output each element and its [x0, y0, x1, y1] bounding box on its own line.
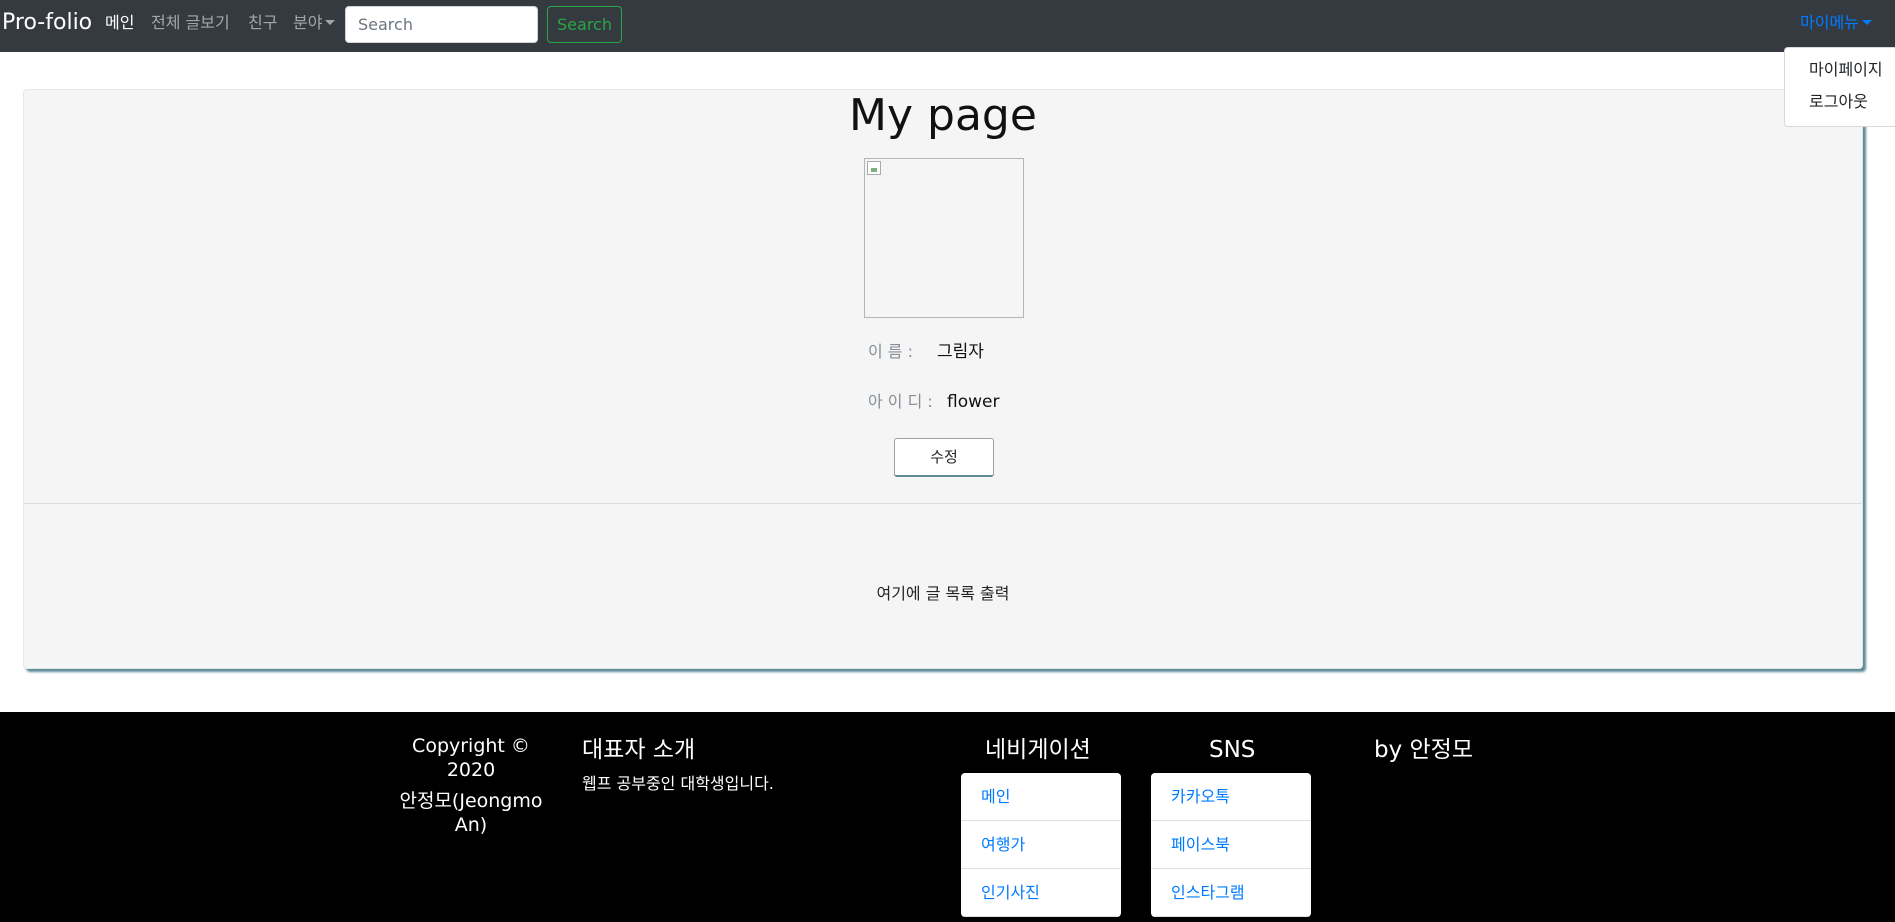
- chevron-down-icon: [1861, 20, 1872, 25]
- card-divider: [24, 503, 1862, 504]
- nav-heading: 네비게이션: [985, 737, 1091, 763]
- search-input[interactable]: [345, 6, 538, 43]
- nav-link-all-posts[interactable]: 전체 글보기: [151, 13, 230, 33]
- nav-dropdown-category[interactable]: 분야: [293, 13, 336, 33]
- sns-heading: SNS: [1209, 737, 1256, 763]
- intro-heading: 대표자 소개: [582, 737, 696, 763]
- id-value: flower: [947, 392, 1000, 412]
- broken-image-icon: [867, 161, 881, 175]
- chevron-down-icon: [325, 20, 336, 25]
- site-footer: Copyright © 2020 안정모(Jeongmo An) 대표자 소개 …: [0, 712, 1895, 922]
- footer-sns-link-instagram[interactable]: 인스타그램: [1151, 869, 1311, 917]
- copyright-year: Copyright © 2020: [412, 735, 530, 781]
- footer-nav-link-popular[interactable]: 인기사진: [961, 869, 1121, 917]
- footer-sns-list: 카카오톡 페이스북 인스타그램: [1151, 773, 1311, 917]
- dropdown-item-mypage[interactable]: 마이페이지: [1809, 60, 1883, 80]
- author-credit: by 안정모: [1374, 737, 1474, 763]
- user-menu-label: 마이메뉴: [1800, 13, 1859, 32]
- top-navbar: Pro-folio 메인 전체 글보기 친구 분야 Search 마이메뉴: [0, 0, 1895, 52]
- id-label: 아 이 디 :: [868, 392, 933, 411]
- user-dropdown-menu: 마이페이지 로그아웃: [1784, 47, 1895, 127]
- copyright: Copyright © 2020 안정모(Jeongmo An): [394, 734, 548, 837]
- footer-sns-link-kakaotalk[interactable]: 카카오톡: [1151, 773, 1311, 821]
- copyright-owner: 안정모(Jeongmo An): [399, 790, 543, 836]
- nav-dropdown-category-label: 분야: [293, 13, 323, 32]
- nav-link-friends[interactable]: 친구: [248, 13, 277, 33]
- page-title: My page: [849, 90, 1037, 141]
- intro-text: 웹프 공부중인 대학생입니다.: [582, 774, 774, 793]
- footer-sns-link-facebook[interactable]: 페이스북: [1151, 821, 1311, 869]
- dropdown-item-logout[interactable]: 로그아웃: [1809, 92, 1868, 112]
- nav-link-main[interactable]: 메인: [105, 13, 134, 33]
- brand-logo[interactable]: Pro-folio: [2, 10, 92, 36]
- footer-nav-link-traveler[interactable]: 여행가: [961, 821, 1121, 869]
- search-button[interactable]: Search: [547, 6, 622, 43]
- edit-profile-button[interactable]: 수정: [894, 438, 994, 477]
- name-value: 그림자: [937, 342, 984, 362]
- profile-image: [864, 158, 1024, 318]
- name-label: 이 름 :: [868, 342, 914, 361]
- user-menu-toggle[interactable]: 마이메뉴: [1800, 13, 1872, 33]
- footer-nav-list: 메인 여행가 인기사진: [961, 773, 1121, 917]
- post-list-placeholder: 여기에 글 목록 출력: [876, 584, 1010, 603]
- footer-nav-link-main[interactable]: 메인: [961, 773, 1121, 821]
